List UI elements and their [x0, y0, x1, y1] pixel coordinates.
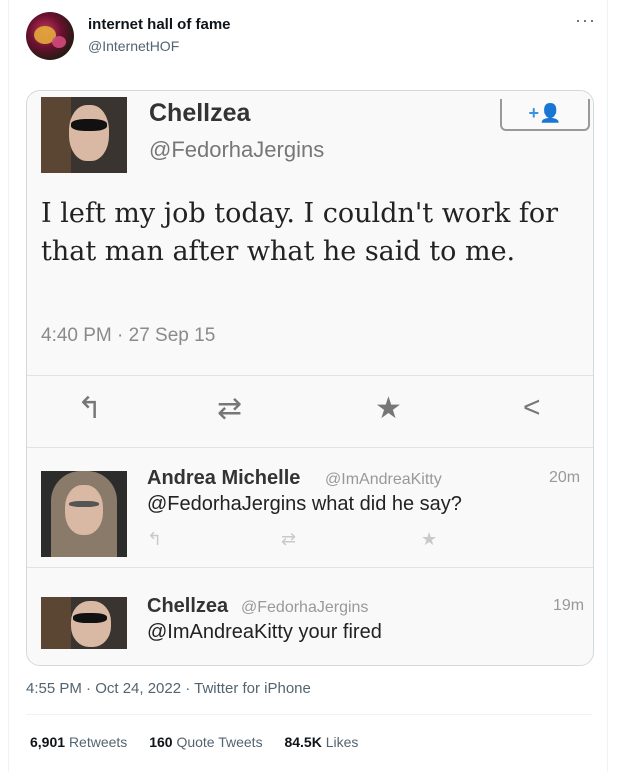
screenshot-background	[27, 91, 593, 665]
divider	[27, 567, 593, 568]
likes-stat[interactable]: 84.5K Likes	[284, 734, 358, 750]
favorite-icon: ★	[375, 392, 402, 425]
quote-tweets-stat[interactable]: 160 Quote Tweets	[149, 734, 262, 750]
divider	[27, 375, 593, 376]
reply-text: @ImAndreaKitty your fired	[147, 621, 382, 643]
retweets-stat[interactable]: 6,901 Retweets	[30, 734, 127, 750]
divider	[26, 714, 592, 715]
reply-author-name: Andrea Michelle	[147, 467, 301, 489]
retweet-icon: ⇄	[217, 392, 243, 425]
follow-icon: +👤	[528, 103, 562, 123]
chellzea-avatar	[41, 597, 127, 649]
tweet-media-image[interactable]: Chellzea @FedorhaJergins +👤 I left my jo…	[26, 90, 594, 666]
tweet-timestamp[interactable]: 4:55 PM · Oct 24, 2022 · Twitter for iPh…	[26, 680, 311, 697]
screenshot-tweet-text: I left my job today. I couldn't work for…	[41, 198, 559, 267]
author-avatar[interactable]	[26, 12, 74, 60]
screenshot-author-name: Chellzea	[149, 99, 251, 127]
reply-time: 19m	[553, 597, 585, 614]
chellzea-avatar	[41, 97, 127, 173]
andrea-avatar	[41, 471, 127, 557]
screenshot-tweet-time: 4:40 PM · 27 Sep 15	[41, 325, 216, 346]
avatar-detail	[52, 36, 66, 48]
tweet-stats: 6,901 Retweets 160 Quote Tweets 84.5K Li…	[30, 734, 376, 750]
author-name[interactable]: internet hall of fame	[88, 16, 231, 33]
screenshot-author-handle: @FedorhaJergins	[149, 137, 325, 162]
reply-author-handle: @ImAndreaKitty	[325, 471, 442, 488]
follow-button: +👤	[500, 99, 590, 131]
author-handle[interactable]: @InternetHOF	[88, 38, 179, 54]
reply-time: 20m	[549, 469, 581, 486]
reply-icon: ↰	[77, 392, 103, 425]
reply-author-handle: @FedorhaJergins	[241, 599, 369, 616]
reply-icon: ↰	[147, 529, 163, 549]
reply-author-name: Chellzea	[147, 595, 229, 617]
more-dots-icon[interactable]: ···	[575, 10, 596, 31]
share-icon: <	[523, 391, 541, 424]
favorite-icon: ★	[421, 529, 438, 549]
reply-text: @FedorhaJergins what did he say?	[147, 493, 462, 515]
divider	[27, 447, 593, 448]
retweet-icon: ⇄	[281, 529, 297, 549]
